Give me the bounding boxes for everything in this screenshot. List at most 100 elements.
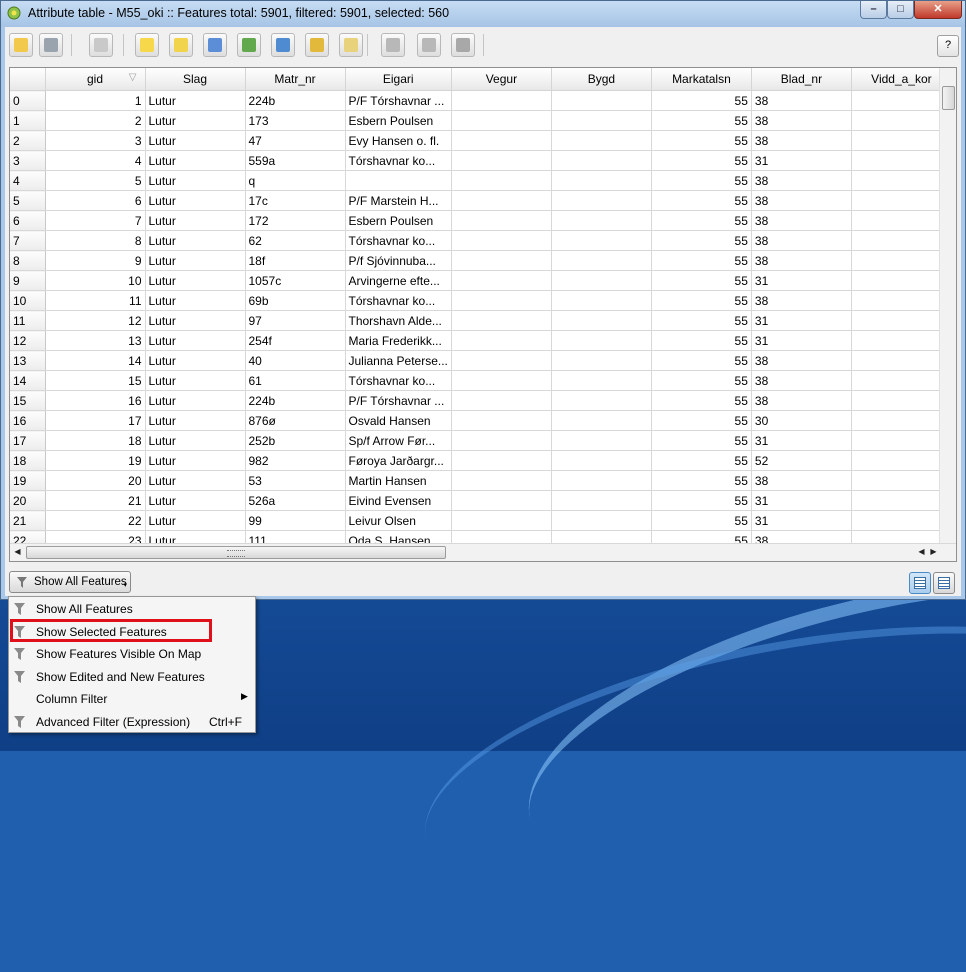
table-cell-eigari[interactable]: Tórshavnar ko... (345, 230, 452, 251)
table-cell-markatalsn[interactable]: 55 (651, 210, 752, 231)
table-cell-slag[interactable]: Lutur (145, 490, 246, 511)
table-row[interactable]: 45Luturq 55382 (10, 170, 952, 191)
table-cell-bygd[interactable] (551, 210, 652, 231)
form-view-button[interactable] (933, 572, 955, 594)
table-cell-gid[interactable]: 17 (45, 410, 146, 431)
table-cell-vidd_a_kor[interactable]: 4 (851, 370, 952, 391)
title-bar[interactable]: Attribute table - M55_oki :: Features to… (1, 1, 965, 27)
table-cell-gid[interactable]: 10 (45, 270, 146, 291)
table-cell-bygd[interactable] (551, 330, 652, 351)
table-cell-bygd[interactable] (551, 190, 652, 211)
table-view-button[interactable] (909, 572, 931, 594)
table-row[interactable]: 89Lutur18fP/f Sjóvinnuba... 55383 (10, 250, 952, 271)
row-header[interactable]: 5 (10, 190, 46, 211)
table-cell-eigari[interactable]: P/F Marstein H... (345, 190, 452, 211)
table-cell-slag[interactable]: Lutur (145, 510, 246, 531)
row-header[interactable]: 4 (10, 170, 46, 191)
table-cell-vegur[interactable] (451, 350, 552, 371)
table-cell-vidd_a_kor[interactable]: 3 (851, 270, 952, 291)
table-cell-slag[interactable]: Lutur (145, 350, 246, 371)
table-cell-blad_nr[interactable]: 31 (751, 510, 852, 531)
toggle-editing-button[interactable] (9, 33, 33, 57)
table-cell-gid[interactable]: 8 (45, 230, 146, 251)
table-cell-vidd_a_kor[interactable]: 2 (851, 170, 952, 191)
table-cell-vegur[interactable] (451, 150, 552, 171)
table-cell-matr_nr[interactable]: 1057c (245, 270, 346, 291)
table-cell-bygd[interactable] (551, 310, 652, 331)
row-header[interactable]: 16 (10, 410, 46, 431)
table-cell-blad_nr[interactable]: 30 (751, 410, 852, 431)
table-cell-blad_nr[interactable]: 38 (751, 350, 852, 371)
table-cell-eigari[interactable]: Leivur Olsen (345, 510, 452, 531)
table-cell-bygd[interactable] (551, 150, 652, 171)
table-cell-gid[interactable]: 2 (45, 110, 146, 131)
table-cell-slag[interactable]: Lutur (145, 170, 246, 191)
zoom-to-selected-button[interactable] (305, 33, 329, 57)
table-cell-blad_nr[interactable]: 38 (751, 210, 852, 231)
table-cell-matr_nr[interactable]: 47 (245, 130, 346, 151)
table-row[interactable]: 78Lutur62Tórshavnar ko... 55383 (10, 230, 952, 251)
table-cell-slag[interactable]: Lutur (145, 210, 246, 231)
row-header[interactable]: 1 (10, 110, 46, 131)
table-cell-markatalsn[interactable]: 55 (651, 390, 752, 411)
help-button[interactable]: ? (937, 35, 959, 57)
table-cell-blad_nr[interactable]: 38 (751, 90, 852, 111)
table-cell-vegur[interactable] (451, 110, 552, 131)
table-row[interactable]: 56Lutur17cP/F Marstein H... 55382 (10, 190, 952, 211)
table-cell-bygd[interactable] (551, 350, 652, 371)
horizontal-scroll-thumb[interactable] (26, 546, 446, 559)
copy-rows-button[interactable] (339, 33, 363, 57)
table-cell-matr_nr[interactable]: 53 (245, 470, 346, 491)
table-cell-bygd[interactable] (551, 450, 652, 471)
table-cell-vegur[interactable] (451, 170, 552, 191)
table-cell-slag[interactable]: Lutur (145, 430, 246, 451)
table-cell-blad_nr[interactable]: 38 (751, 370, 852, 391)
table-cell-bygd[interactable] (551, 250, 652, 271)
table-row[interactable]: 1516Lutur224bP/F Tórshavnar ... 55384 (10, 390, 952, 411)
row-header[interactable]: 0 (10, 90, 46, 111)
table-cell-vegur[interactable] (451, 270, 552, 291)
table-cell-gid[interactable]: 14 (45, 350, 146, 371)
table-row[interactable]: 2122Lutur99Leivur Olsen 55315 (10, 510, 952, 531)
table-cell-slag[interactable]: Lutur (145, 330, 246, 351)
table-cell-slag[interactable]: Lutur (145, 110, 246, 131)
table-cell-matr_nr[interactable]: 526a (245, 490, 346, 511)
table-cell-vegur[interactable] (451, 90, 552, 111)
table-cell-blad_nr[interactable]: 38 (751, 390, 852, 411)
table-row[interactable]: 1112Lutur97Thorshavn Alde... 55313 (10, 310, 952, 331)
table-cell-gid[interactable]: 5 (45, 170, 146, 191)
table-cell-blad_nr[interactable]: 31 (751, 310, 852, 331)
delete-column-button[interactable] (381, 33, 405, 57)
table-row[interactable]: 1415Lutur61Tórshavnar ko... 55384 (10, 370, 952, 391)
table-cell-eigari[interactable]: Esbern Poulsen (345, 210, 452, 231)
table-cell-markatalsn[interactable]: 55 (651, 450, 752, 471)
table-cell-markatalsn[interactable]: 55 (651, 330, 752, 351)
table-cell-matr_nr[interactable]: 224b (245, 390, 346, 411)
row-header[interactable]: 15 (10, 390, 46, 411)
table-row[interactable]: 910Lutur1057cArvingerne efte... 55313 (10, 270, 952, 291)
table-cell-vegur[interactable] (451, 130, 552, 151)
row-header[interactable]: 13 (10, 350, 46, 371)
table-cell-vegur[interactable] (451, 410, 552, 431)
table-cell-matr_nr[interactable]: 62 (245, 230, 346, 251)
table-cell-bygd[interactable] (551, 430, 652, 451)
table-cell-slag[interactable]: Lutur (145, 310, 246, 331)
table-cell-bygd[interactable] (551, 290, 652, 311)
table-cell-markatalsn[interactable]: 55 (651, 430, 752, 451)
vertical-scrollbar[interactable] (939, 68, 956, 544)
new-column-button[interactable] (417, 33, 441, 57)
column-header-gid[interactable]: gid ▽ (45, 68, 146, 91)
menu-item-show-edited-and-new-features[interactable]: Show Edited and New Features (10, 666, 254, 688)
table-cell-matr_nr[interactable]: 17c (245, 190, 346, 211)
menu-item-show-features-visible-on-map[interactable]: Show Features Visible On Map (10, 643, 254, 665)
table-row[interactable]: 34Lutur559aTórshavnar ko... 55312 (10, 150, 952, 171)
table-cell-eigari[interactable]: Osvald Hansen (345, 410, 452, 431)
column-header-blad_nr[interactable]: Blad_nr (751, 68, 852, 91)
table-cell-eigari[interactable]: Thorshavn Alde... (345, 310, 452, 331)
table-cell-matr_nr[interactable]: 876ø (245, 410, 346, 431)
table-cell-vidd_a_kor[interactable]: 2 (851, 130, 952, 151)
table-cell-matr_nr[interactable]: 173 (245, 110, 346, 131)
table-cell-blad_nr[interactable]: 52 (751, 450, 852, 471)
table-cell-markatalsn[interactable]: 55 (651, 370, 752, 391)
table-cell-vidd_a_kor[interactable]: 2 (851, 150, 952, 171)
